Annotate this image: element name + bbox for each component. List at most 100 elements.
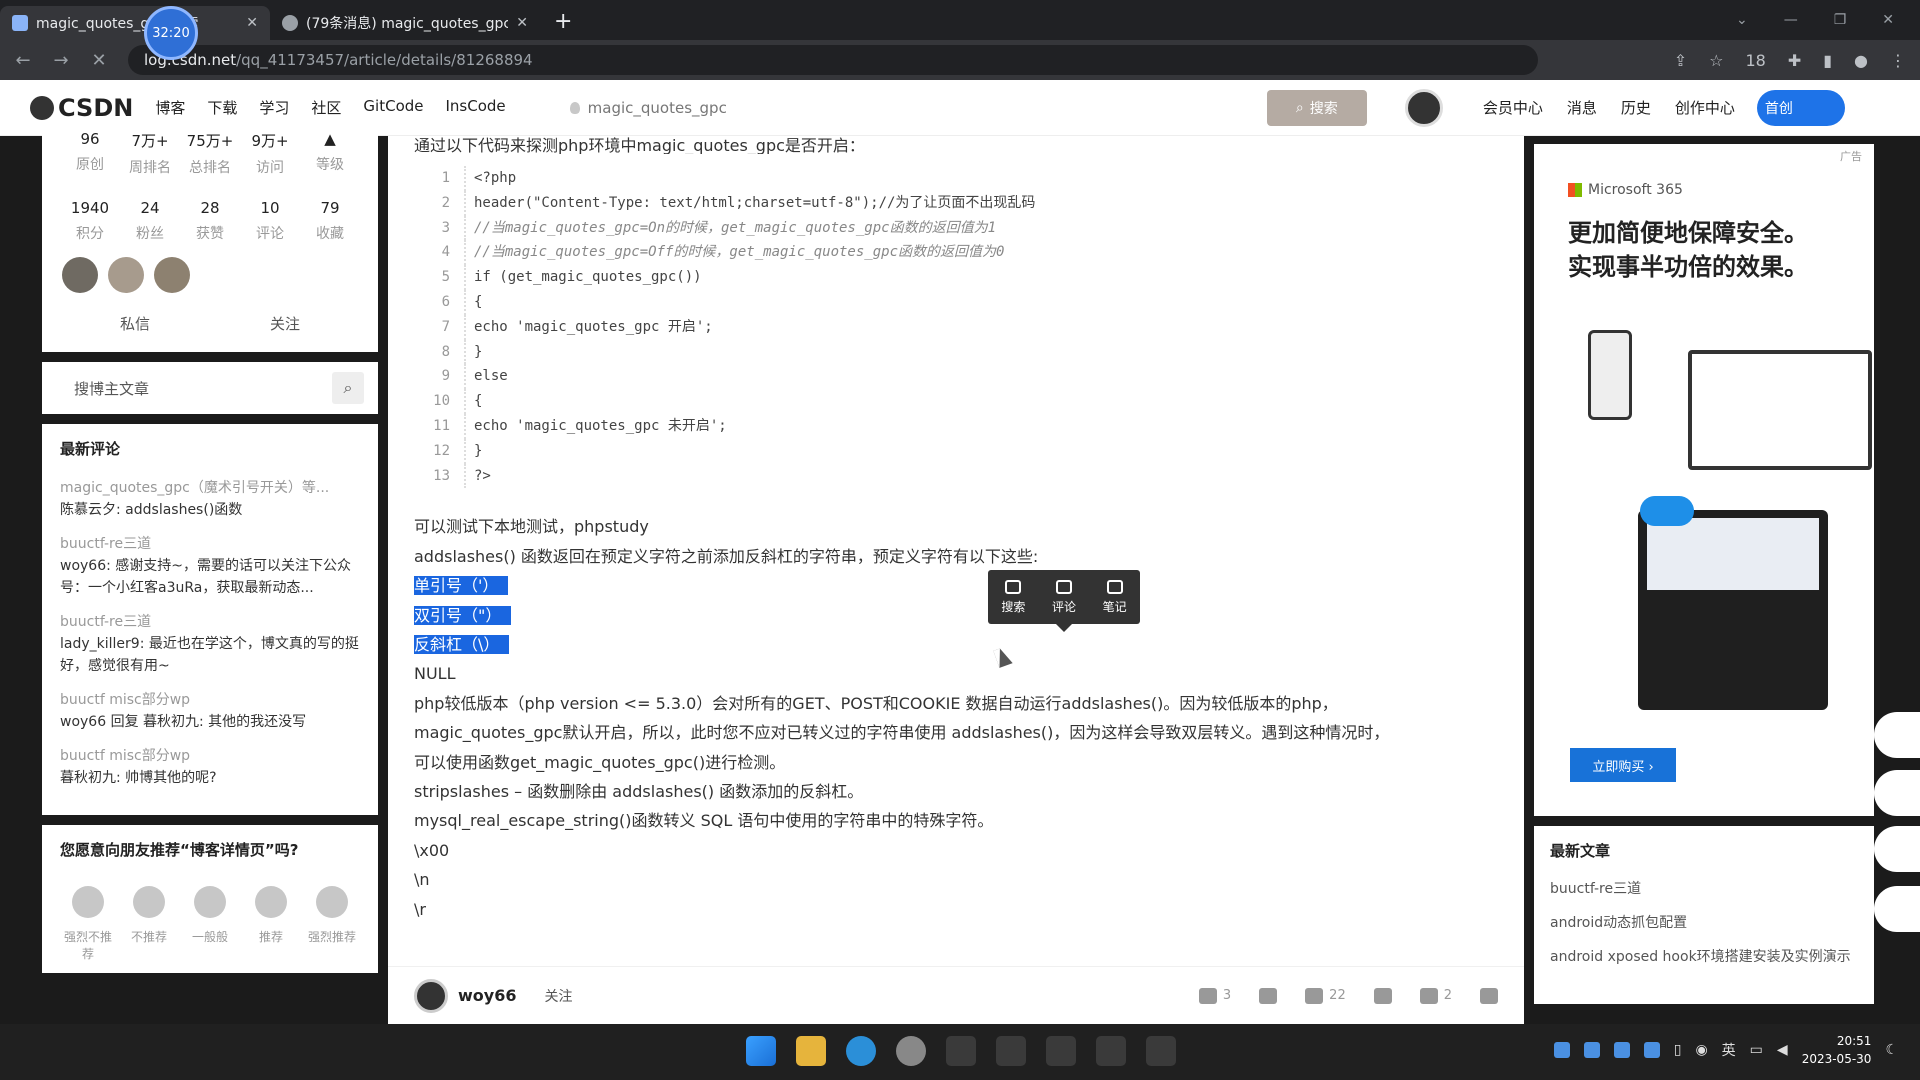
badge-icon[interactable]: [108, 257, 144, 293]
url-field[interactable]: log.csdn.net/qq_41173457/article/details…: [128, 45, 1538, 75]
share-button[interactable]: [1480, 987, 1498, 1004]
comment-item[interactable]: buuctf-re三道 lady_killer9: 最近也在学这个，博文真的写的挺…: [60, 611, 360, 677]
phpstorm-icon[interactable]: [1096, 1036, 1126, 1066]
float-tool-button[interactable]: [1874, 712, 1920, 758]
nav-gitcode[interactable]: GitCode: [363, 97, 423, 118]
tab-2[interactable]: (79条消息) magic_quotes_gpc ✕: [270, 6, 540, 40]
reward-button[interactable]: [1373, 987, 1392, 1004]
app-icon[interactable]: [1046, 1036, 1076, 1066]
battery-icon[interactable]: ▯: [1674, 1042, 1682, 1058]
float-tool-button[interactable]: [1874, 886, 1920, 932]
search-icon[interactable]: ⌕: [332, 372, 364, 404]
create-button[interactable]: 首创: [1756, 89, 1845, 126]
dislike-button[interactable]: [1259, 987, 1278, 1004]
comment-item[interactable]: buuctf-re三道 woy66: 感谢支持~，需要的话可以关注下公众号：一个小…: [60, 533, 360, 599]
popup-note[interactable]: 笔记: [1103, 579, 1127, 615]
app-icon[interactable]: [1146, 1036, 1176, 1066]
chrome-browser-icon[interactable]: [896, 1036, 926, 1066]
search-suggestion[interactable]: magic_quotes_gpc: [569, 99, 727, 117]
survey-option[interactable]: 不推荐: [121, 886, 177, 962]
selected-text-line[interactable]: 双引号（"）: [414, 601, 1498, 630]
nav-history[interactable]: 历史: [1621, 97, 1651, 118]
nav-community[interactable]: 社区: [311, 97, 341, 118]
close-icon[interactable]: ✕: [246, 15, 258, 31]
badge-icon[interactable]: [62, 257, 98, 293]
microphone-icon[interactable]: ◉: [1695, 1042, 1707, 1058]
nav-download[interactable]: 下载: [207, 97, 237, 118]
ad-label[interactable]: 广告: [1840, 148, 1862, 164]
puzzle-extensions-icon[interactable]: ✚: [1788, 51, 1801, 70]
message-button[interactable]: 私信: [120, 313, 150, 334]
latest-article-link[interactable]: android xposed hook环境搭建安装及实例演示: [1550, 947, 1858, 967]
stop-loading-icon[interactable]: ✕: [90, 50, 108, 71]
notification-icon[interactable]: ☾: [1885, 1042, 1898, 1058]
search-button[interactable]: ⌕ 搜索: [1266, 89, 1367, 126]
tray-app-icon[interactable]: [1553, 1042, 1570, 1058]
share-icon[interactable]: ⇪: [1674, 51, 1687, 70]
user-avatar[interactable]: [1404, 88, 1443, 127]
tray-app-icon[interactable]: [1583, 1042, 1600, 1058]
input-method[interactable]: 英: [1722, 1040, 1736, 1060]
nav-messages[interactable]: 消息: [1567, 97, 1597, 118]
blog-search-input[interactable]: 搜博主文章: [74, 378, 149, 399]
float-tool-button[interactable]: [1874, 770, 1920, 816]
selected-text-line[interactable]: 反斜杠（\）: [414, 630, 1498, 659]
favorite-button[interactable]: 22: [1305, 987, 1346, 1004]
author-avatar[interactable]: [414, 978, 448, 1013]
minimize-icon[interactable]: —: [1784, 12, 1798, 28]
follow-button[interactable]: 关注: [270, 313, 300, 334]
float-tool-button[interactable]: [1874, 826, 1920, 872]
latest-article-link[interactable]: android动态抓包配置: [1550, 913, 1858, 933]
survey-option[interactable]: 一般般: [182, 886, 238, 962]
nav-inscode[interactable]: InsCode: [446, 97, 506, 118]
extension-badge[interactable]: 18: [1745, 51, 1765, 70]
comment-article[interactable]: buuctf misc部分wp: [60, 689, 360, 711]
follow-button[interactable]: 关注: [544, 986, 572, 1006]
comment-article[interactable]: magic_quotes_gpc（魔术引号开关）等...: [60, 477, 360, 499]
restore-icon[interactable]: ❐: [1834, 12, 1847, 28]
volume-icon[interactable]: ◀: [1777, 1042, 1788, 1058]
sidebar-icon[interactable]: ▮: [1823, 51, 1832, 70]
tray-app-icon[interactable]: [1643, 1042, 1660, 1058]
nav-vip[interactable]: 会员中心: [1483, 97, 1543, 118]
comment-article[interactable]: buuctf-re三道: [60, 533, 360, 555]
survey-option[interactable]: 强烈不推荐: [60, 886, 116, 962]
comment-article[interactable]: buuctf-re三道: [60, 611, 360, 633]
nav-creator[interactable]: 创作中心: [1675, 97, 1735, 118]
file-explorer-icon[interactable]: [796, 1036, 826, 1066]
selected-text-line[interactable]: 单引号（'）: [414, 571, 1498, 600]
nav-blog[interactable]: 博客: [155, 97, 185, 118]
comment-item[interactable]: buuctf misc部分wp 暮秋初九: 帅博其他的呢?: [60, 745, 360, 789]
menu-icon[interactable]: ⋮: [1890, 51, 1906, 70]
author-name[interactable]: woy66: [458, 986, 516, 1005]
comment-article[interactable]: buuctf misc部分wp: [60, 745, 360, 767]
code-block[interactable]: 1 <?php 2 header("Content-Type: text/html;…: [422, 166, 1472, 489]
buy-now-button[interactable]: 立即购买 ›: [1570, 748, 1676, 782]
nav-learn[interactable]: 学习: [259, 97, 289, 118]
like-button[interactable]: 3: [1198, 987, 1231, 1004]
close-icon[interactable]: ✕: [516, 15, 528, 31]
profile-icon[interactable]: ●: [1854, 51, 1868, 70]
tab-1[interactable]: magic_quotes_gpc 搜索 ✕: [0, 6, 270, 40]
comment-item[interactable]: magic_quotes_gpc（魔术引号开关）等... 陈慕云夕: addsla…: [60, 477, 360, 521]
windows-start-icon[interactable]: [746, 1036, 776, 1066]
recording-timer[interactable]: 32:20: [144, 6, 198, 60]
badge-icon[interactable]: [154, 257, 190, 293]
forward-icon[interactable]: →: [52, 50, 70, 71]
photos-icon[interactable]: [996, 1036, 1026, 1066]
popup-search[interactable]: 搜索: [1001, 579, 1025, 615]
survey-option[interactable]: 推荐: [243, 886, 299, 962]
window-close-icon[interactable]: ✕: [1882, 12, 1894, 28]
survey-option[interactable]: 强烈推荐: [304, 886, 360, 962]
edge-browser-icon[interactable]: [846, 1036, 876, 1066]
store-icon[interactable]: [946, 1036, 976, 1066]
tab-search-icon[interactable]: ⌄: [1736, 12, 1748, 28]
new-tab-icon[interactable]: +: [540, 9, 586, 40]
back-icon[interactable]: ←: [14, 50, 32, 71]
ad-banner[interactable]: 广告 Microsoft 365 更加简便地保障安全。 实现事半功倍的效果。 立…: [1534, 144, 1874, 816]
network-icon[interactable]: ▭: [1750, 1042, 1763, 1058]
comment-button[interactable]: 2: [1419, 987, 1452, 1004]
csdn-logo[interactable]: CSDN: [30, 94, 133, 122]
system-clock[interactable]: 20:51 2023-05-30: [1802, 1032, 1872, 1068]
shield-icon[interactable]: [1613, 1042, 1630, 1058]
